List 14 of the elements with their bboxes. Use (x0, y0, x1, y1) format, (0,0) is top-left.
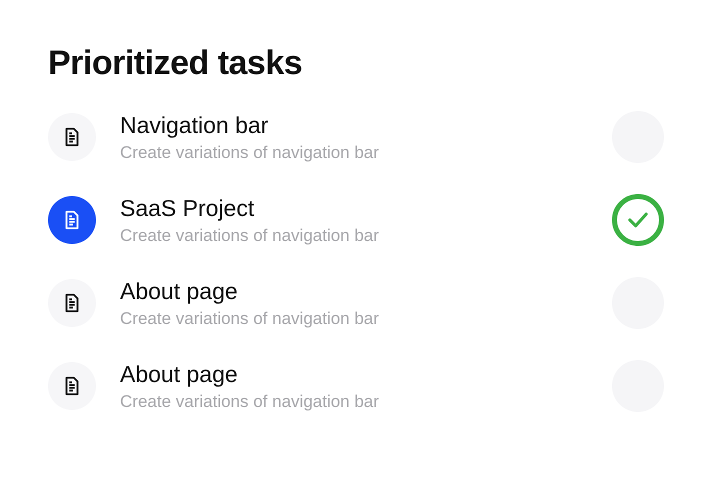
task-title: SaaS Project (120, 194, 254, 222)
checkmark-icon[interactable] (612, 194, 664, 246)
page-title: Prioritized tasks (48, 44, 302, 83)
task-description: Create variations of navigation bar (120, 226, 379, 246)
document-icon[interactable] (48, 362, 96, 410)
document-icon[interactable] (48, 113, 96, 161)
task-description: Create variations of navigation bar (120, 392, 379, 412)
task-title: Navigation bar (120, 112, 268, 138)
task-description: Create variations of navigation bar (120, 142, 379, 162)
document-icon[interactable] (48, 196, 96, 244)
task-title: About page (120, 278, 238, 304)
task-title: About page (120, 360, 238, 388)
document-icon[interactable] (48, 279, 96, 327)
task-description: Create variations of navigation bar (120, 308, 379, 328)
